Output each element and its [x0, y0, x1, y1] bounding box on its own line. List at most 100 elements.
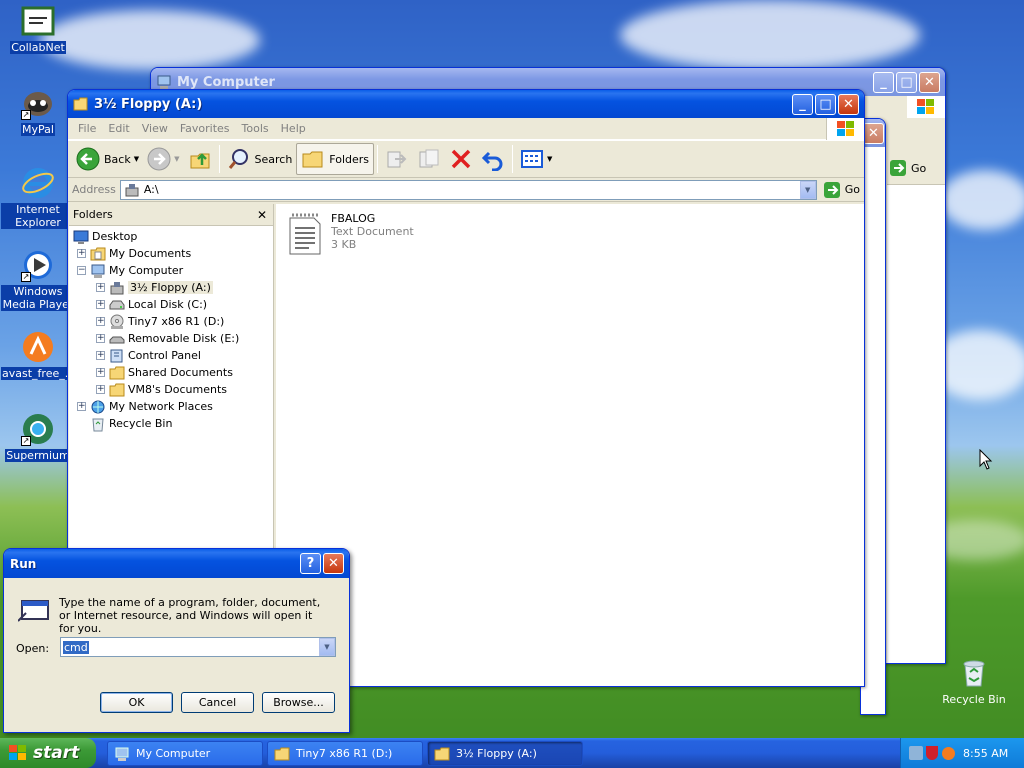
- close-button[interactable]: ✕: [863, 122, 884, 144]
- chevron-down-icon[interactable]: ▼: [174, 155, 179, 163]
- menu-favorites[interactable]: Favorites: [174, 122, 236, 135]
- cancel-button[interactable]: Cancel: [181, 692, 254, 713]
- address-input[interactable]: A:\ ▼: [119, 179, 817, 200]
- desktop-icon-mypal[interactable]: ↗ MyPal: [1, 86, 75, 136]
- security-shield-icon[interactable]: [926, 746, 938, 760]
- folders-pane-header: Folders ✕: [69, 204, 273, 226]
- delete-button[interactable]: [445, 143, 477, 175]
- tree-item-desktop[interactable]: Desktop: [73, 228, 137, 245]
- title-bar[interactable]: 3½ Floppy (A:) _ □ ✕: [68, 90, 864, 118]
- close-button[interactable]: ✕: [919, 71, 940, 93]
- menu-edit[interactable]: Edit: [102, 122, 135, 135]
- desktop-icon-recycle-bin[interactable]: Recycle Bin: [937, 656, 1011, 706]
- run-dialog[interactable]: Run ? ✕ Type the name of a program, fold…: [3, 548, 350, 733]
- tree-item-control-panel[interactable]: + Control Panel: [96, 347, 201, 364]
- minimize-button[interactable]: _: [792, 93, 813, 115]
- close-pane-icon[interactable]: ✕: [257, 208, 267, 222]
- tree-item-my-documents[interactable]: + My Documents: [77, 245, 191, 262]
- address-value: A:\: [143, 183, 159, 196]
- copy-to-button[interactable]: [413, 143, 445, 175]
- chevron-down-icon[interactable]: ▼: [547, 155, 552, 163]
- file-item[interactable]: FBALOG Text Document 3 KB: [288, 212, 414, 256]
- menu-view[interactable]: View: [136, 122, 174, 135]
- menu-tools[interactable]: Tools: [236, 122, 275, 135]
- dialog-title: Run: [10, 556, 37, 571]
- toolbar-separator: [512, 145, 514, 173]
- taskbar-button-tiny7[interactable]: Tiny7 x86 R1 (D:): [267, 741, 423, 766]
- my-documents-icon: [90, 247, 106, 260]
- desktop-icon-avast[interactable]: avast_free_...: [1, 330, 77, 380]
- expand-plus-icon[interactable]: +: [77, 249, 86, 258]
- tree-item-local-disk[interactable]: + Local Disk (C:): [96, 296, 207, 313]
- taskbar-button-floppy[interactable]: 3½ Floppy (A:): [427, 741, 583, 766]
- tree-item-shared-documents[interactable]: + Shared Documents: [96, 364, 233, 381]
- go-button[interactable]: Go: [889, 159, 926, 177]
- network-tray-icon[interactable]: [909, 746, 923, 760]
- minimize-button[interactable]: _: [873, 71, 894, 93]
- help-button[interactable]: ?: [300, 553, 321, 574]
- tree-item-recycle-bin[interactable]: Recycle Bin: [90, 415, 172, 432]
- address-dropdown-button[interactable]: ▼: [799, 180, 816, 199]
- search-button[interactable]: Search: [223, 143, 297, 175]
- desktop-icon-internet-explorer[interactable]: Internet Explorer: [1, 166, 75, 229]
- start-button[interactable]: start: [0, 738, 96, 768]
- expand-plus-icon[interactable]: +: [96, 368, 105, 377]
- folders-button[interactable]: Folders: [296, 143, 375, 175]
- expand-plus-icon[interactable]: +: [96, 283, 105, 292]
- expand-plus-icon[interactable]: +: [77, 402, 86, 411]
- chevron-down-icon[interactable]: ▼: [134, 155, 139, 163]
- open-dropdown-button[interactable]: ▼: [319, 638, 335, 656]
- up-folder-button[interactable]: [184, 143, 216, 175]
- copy-to-icon: [419, 149, 439, 168]
- antivirus-tray-icon[interactable]: [942, 746, 955, 760]
- go-button[interactable]: Go: [823, 181, 860, 199]
- expand-plus-icon[interactable]: +: [96, 317, 105, 326]
- expand-plus-icon[interactable]: +: [96, 351, 105, 360]
- desktop-icon-collabnet[interactable]: CollabNet: [1, 4, 75, 54]
- folder-icon: [434, 747, 450, 760]
- collapse-minus-icon[interactable]: −: [77, 266, 86, 275]
- my-computer-icon: [115, 747, 129, 761]
- undo-button[interactable]: [477, 143, 509, 175]
- tree-item-cd-drive[interactable]: + Tiny7 x86 R1 (D:): [96, 313, 224, 330]
- browse-button[interactable]: Browse...: [262, 692, 335, 713]
- task-label: Tiny7 x86 R1 (D:): [296, 747, 393, 760]
- ok-button[interactable]: OK: [100, 692, 173, 713]
- open-input[interactable]: cmd: [63, 640, 89, 654]
- desktop-icon-windows-media-player[interactable]: ↗ Windows Media Player: [1, 248, 75, 311]
- mouse-cursor-icon: [979, 449, 993, 470]
- menu-file[interactable]: File: [72, 122, 102, 135]
- folder-icon: [274, 747, 290, 760]
- expand-plus-icon[interactable]: +: [96, 300, 105, 309]
- move-to-button[interactable]: [381, 143, 413, 175]
- expand-plus-icon[interactable]: +: [96, 334, 105, 343]
- tree-item-my-computer[interactable]: − My Computer: [77, 262, 183, 279]
- my-computer-icon: [91, 264, 105, 278]
- my-computer-icon: [156, 74, 172, 90]
- tree-item-network-places[interactable]: + My Network Places: [77, 398, 213, 415]
- address-bar: Address A:\ ▼ Go: [68, 178, 864, 202]
- title-bar[interactable]: Run ? ✕: [4, 549, 349, 578]
- close-button[interactable]: ✕: [838, 93, 859, 115]
- folders-icon: [302, 151, 323, 168]
- open-combobox[interactable]: cmd ▼: [60, 637, 336, 657]
- forward-button[interactable]: ▼: [143, 143, 183, 175]
- control-panel-icon: [110, 349, 123, 362]
- windows-logo-icon: [907, 96, 945, 118]
- close-button[interactable]: ✕: [323, 553, 344, 574]
- tree-item-removable-disk[interactable]: + Removable Disk (E:): [96, 330, 239, 347]
- taskbar-button-my-computer[interactable]: My Computer: [107, 741, 263, 766]
- views-button[interactable]: ▼: [516, 143, 556, 175]
- desktop-icon-label: Windows Media Player: [1, 285, 75, 311]
- tree-item-vm8-documents[interactable]: + VM8's Documents: [96, 381, 227, 398]
- expand-plus-icon[interactable]: +: [96, 385, 105, 394]
- maximize-button[interactable]: □: [896, 71, 917, 93]
- tree-item-floppy[interactable]: + 3½ Floppy (A:): [96, 279, 213, 296]
- desktop-icon-supermium[interactable]: ↗ Supermium: [1, 412, 75, 462]
- folders-pane-title: Folders: [73, 208, 113, 221]
- menu-help[interactable]: Help: [275, 122, 312, 135]
- maximize-button[interactable]: □: [815, 93, 836, 115]
- file-size: 3 KB: [331, 238, 357, 251]
- back-button[interactable]: Back ▼: [72, 143, 143, 175]
- system-tray: 8:55 AM: [900, 738, 1024, 768]
